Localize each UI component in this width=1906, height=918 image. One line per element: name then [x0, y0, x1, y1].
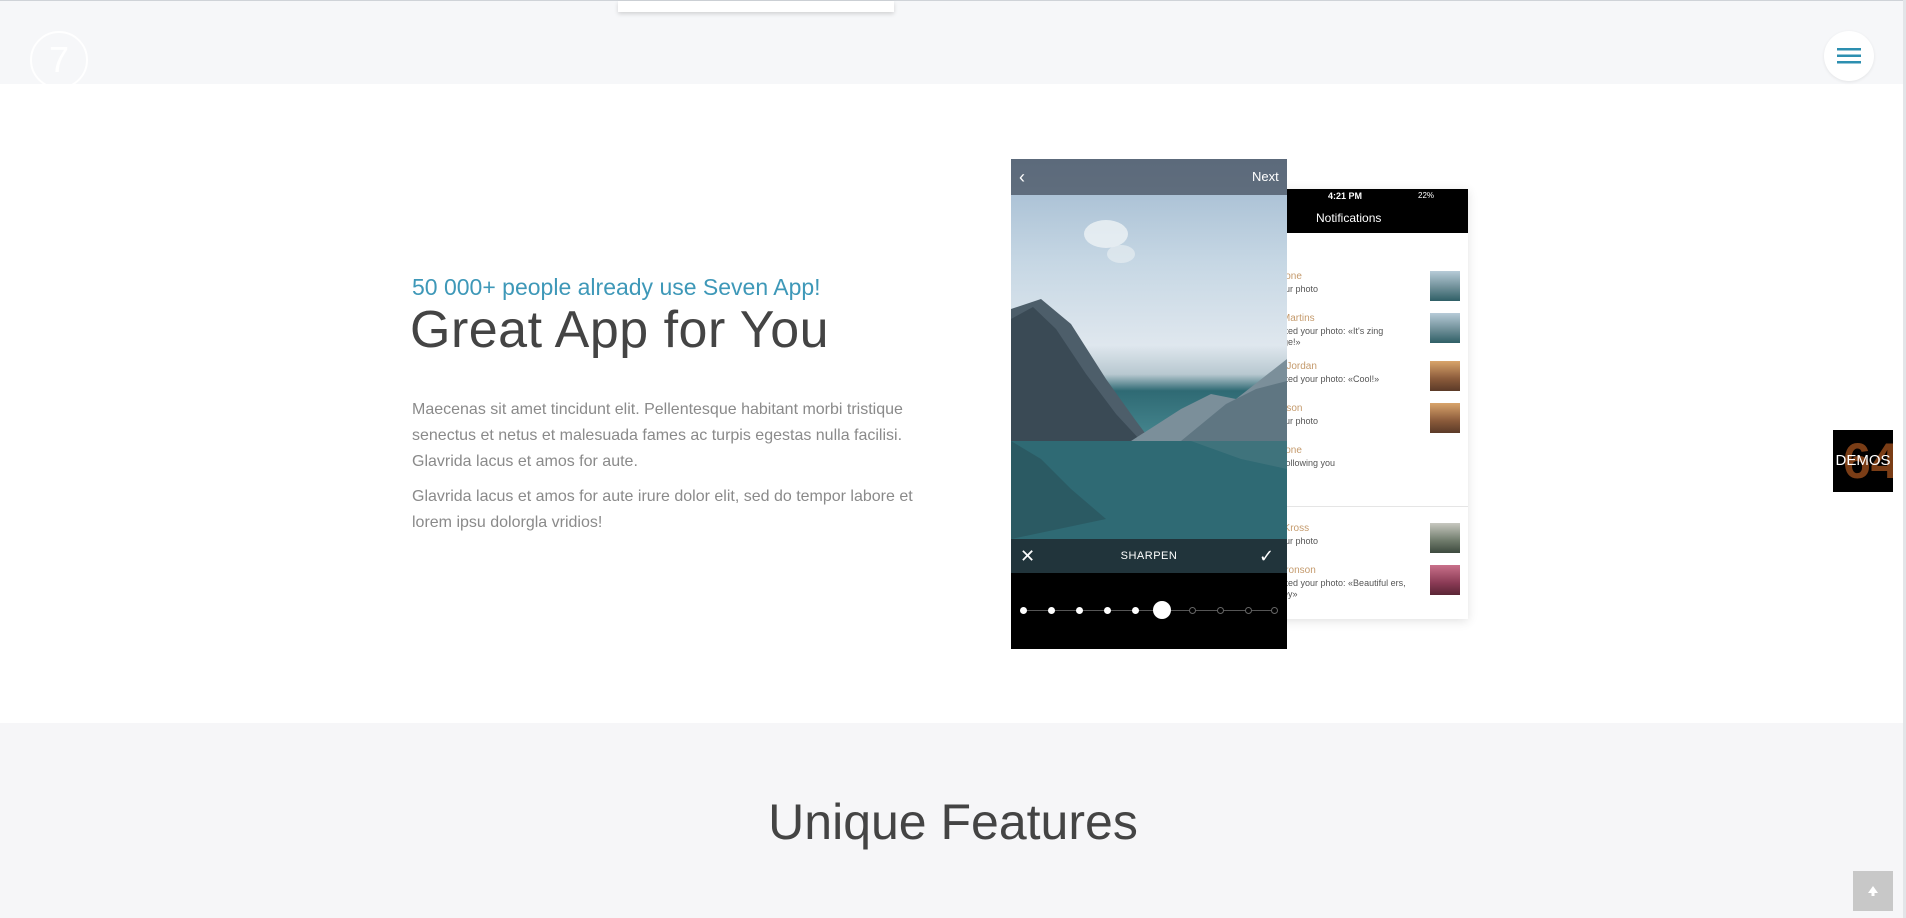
slider-dot[interactable]: [1245, 607, 1252, 614]
notification-item: be Martins mented your photo: «It's zing…: [1260, 313, 1468, 353]
status-battery: 22%: [1418, 191, 1435, 200]
slider-dot[interactable]: [1217, 607, 1224, 614]
site-header: 7: [0, 0, 1906, 89]
notification-text: d your photo: [1268, 416, 1319, 426]
notification-item: vey Jordan mented your photo: «Cool!»: [1260, 361, 1468, 401]
notification-thumbnail: [1430, 523, 1460, 553]
phone-status-bar: 4:21 PM 22% Notifications: [1260, 189, 1468, 233]
menu-button[interactable]: [1824, 31, 1874, 81]
notification-item: x Stone d your photo: [1260, 271, 1468, 311]
notifications-title: Notifications: [1316, 211, 1382, 225]
demos-button[interactable]: 64 DEMOS: [1833, 430, 1893, 492]
editor-tool-bar: ✕ SHARPEN ✓: [1011, 539, 1287, 573]
slider-dot[interactable]: [1104, 607, 1111, 614]
notification-text: mented your photo: «Beautiful ers, honey…: [1268, 578, 1406, 599]
notification-text: d your photo: [1268, 536, 1319, 546]
photo-editor-phone-mockup: ‹ Next ✕ SHARPEN ✓: [1011, 159, 1287, 649]
hero-tagline: 50 000+ people already use Seven App!: [412, 274, 821, 300]
notification-text: mented your photo: «Cool!»: [1268, 374, 1380, 384]
features-title: Unique Features: [768, 794, 1138, 850]
notification-item: ica Kross d your photo: [1260, 523, 1468, 563]
next-button[interactable]: Next: [1252, 169, 1279, 184]
slider-dot[interactable]: [1189, 607, 1196, 614]
notification-thumbnail: [1430, 313, 1460, 343]
hero-paragraph-2: Glavrida lacus et amos for aute irure do…: [412, 488, 913, 531]
notification-thumbnail: [1430, 271, 1460, 301]
lake-mountain-photo: [1011, 159, 1287, 573]
arrow-up-icon: [1868, 886, 1878, 896]
slider-dot[interactable]: [1271, 607, 1278, 614]
slider-dot[interactable]: [1020, 607, 1027, 614]
status-time: 4:21 PM: [1328, 191, 1363, 201]
tool-label: SHARPEN: [1120, 550, 1178, 562]
hero-paragraph-1: Maecenas sit amet tincidunt elit. Pellen…: [412, 401, 903, 470]
back-to-top-button[interactable]: [1853, 871, 1893, 911]
editor-top-bar: ‹ Next: [1011, 159, 1287, 195]
check-icon[interactable]: ✓: [1259, 546, 1274, 567]
notification-item: ie Bronson mented your photo: «Beautiful…: [1260, 565, 1468, 605]
sharpen-slider-track[interactable]: [1023, 610, 1275, 611]
logo[interactable]: 7: [30, 31, 88, 89]
notification-thumbnail: [1430, 361, 1460, 391]
notification-item: Lawson d your photo: [1260, 403, 1468, 443]
slider-dot[interactable]: [1132, 607, 1139, 614]
features-section: Unique Features: [0, 723, 1906, 918]
notification-item: x Stone ted following you: [1260, 445, 1468, 485]
notification-text: mented your photo: «It's zing bridge!»: [1268, 326, 1384, 347]
header-dropdown-panel: [618, 1, 894, 12]
slider-thumb[interactable]: [1153, 601, 1171, 619]
notification-text: ted following you: [1268, 458, 1336, 468]
chevron-left-icon[interactable]: ‹: [1019, 167, 1025, 188]
slider-dot[interactable]: [1076, 607, 1083, 614]
notification-thumbnail: [1430, 403, 1460, 433]
hero-title: Great App for You: [410, 301, 830, 359]
list-divider: [1260, 506, 1468, 507]
slider-dot[interactable]: [1048, 607, 1055, 614]
notification-thumbnail: [1430, 565, 1460, 595]
demos-label: DEMOS: [1835, 452, 1891, 469]
logo-text: 7: [48, 39, 70, 80]
hamburger-icon: [1837, 48, 1861, 64]
notification-text: d your photo: [1268, 284, 1319, 294]
notifications-phone-mockup: 4:21 PM 22% Notifications x Stone d your…: [1260, 189, 1468, 619]
mountain-illustration: [1011, 220, 1287, 573]
